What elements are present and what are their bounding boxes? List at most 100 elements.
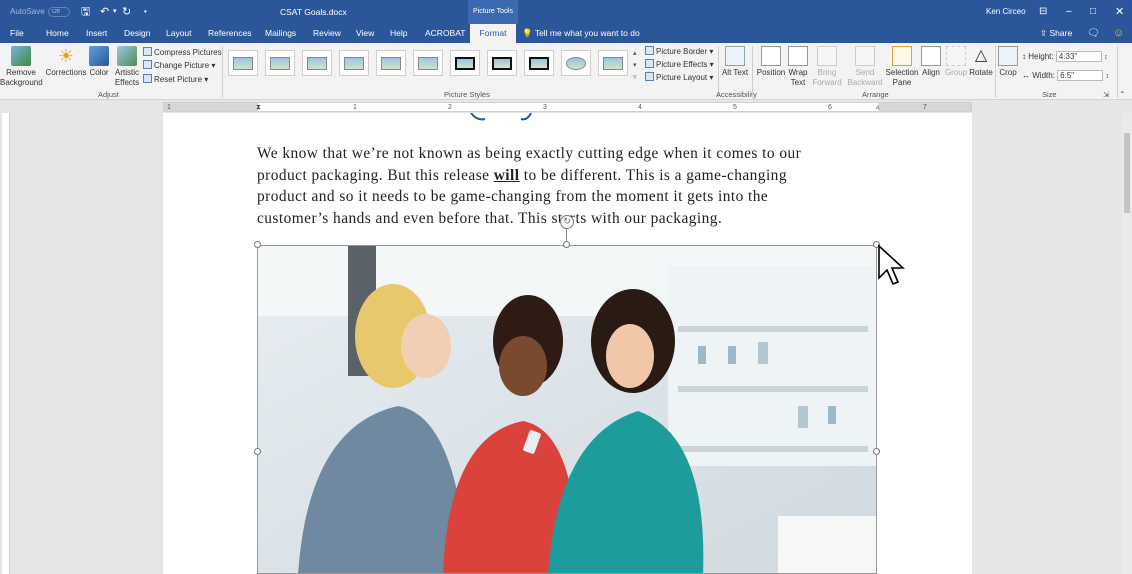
picture-style-thumb[interactable] xyxy=(265,50,295,76)
redo-icon[interactable]: ↻ xyxy=(122,0,131,24)
width-spinner[interactable]: ↕ xyxy=(1105,73,1109,80)
arrange-group-label: Arrange xyxy=(862,90,889,99)
group-button[interactable]: Group xyxy=(943,46,969,78)
share-button[interactable]: ⇪ Share xyxy=(1040,24,1072,43)
collapse-ribbon-icon[interactable]: ⌃ xyxy=(1119,90,1126,99)
ribbon-tabs: File Home Insert Design Layout Reference… xyxy=(0,24,1132,43)
crop-icon xyxy=(998,46,1018,66)
close-icon[interactable]: ✕ xyxy=(1115,0,1124,24)
autosave-toggle[interactable]: Off xyxy=(48,0,70,24)
picture-style-thumb[interactable] xyxy=(598,50,628,76)
smiley-icon[interactable]: ☺ xyxy=(1113,24,1124,43)
paragraph-text: to be different. This is a game-changing xyxy=(519,166,787,184)
reset-picture-icon xyxy=(143,74,152,83)
width-input[interactable]: 6.5" xyxy=(1057,70,1104,81)
picture-style-thumb[interactable] xyxy=(413,50,443,76)
width-control: ↔ Width: 6.5" ↕ xyxy=(1022,70,1109,81)
picture-effects-button[interactable]: Picture Effects ▾ xyxy=(645,59,714,69)
picture-style-thumb[interactable] xyxy=(450,50,480,76)
height-input[interactable]: 4.33" xyxy=(1055,51,1102,62)
user-name[interactable]: Ken Circeo xyxy=(986,0,1026,24)
bring-forward-button[interactable]: Bring Forward xyxy=(810,46,844,88)
send-backward-button[interactable]: Send Backward xyxy=(846,46,884,88)
rotate-button[interactable]: △ Rotate xyxy=(968,46,994,78)
tab-mailings[interactable]: Mailings xyxy=(265,24,296,43)
picture-style-thumb[interactable] xyxy=(376,50,406,76)
color-button[interactable]: Color xyxy=(87,46,111,78)
bring-forward-icon xyxy=(817,46,837,66)
tab-format[interactable]: Format xyxy=(470,24,516,43)
picture-style-thumb[interactable] xyxy=(487,50,517,76)
indent-marker-icon[interactable]: ⧗ xyxy=(256,103,261,112)
tab-help[interactable]: Help xyxy=(390,24,407,43)
reset-picture-button[interactable]: Reset Picture ▾ xyxy=(143,74,208,84)
selection-pane-button[interactable]: Selection Pane xyxy=(885,46,919,88)
picture-style-thumb[interactable] xyxy=(302,50,332,76)
alt-text-icon xyxy=(725,46,745,66)
change-picture-button[interactable]: Change Picture ▾ xyxy=(143,60,215,70)
picture-style-thumb[interactable] xyxy=(339,50,369,76)
position-button[interactable]: Position xyxy=(755,46,787,78)
resize-handle[interactable] xyxy=(563,241,570,248)
share-label: Share xyxy=(1049,28,1073,38)
crop-button[interactable]: Crop xyxy=(997,46,1019,78)
resize-handle[interactable] xyxy=(873,448,880,455)
tab-file[interactable]: File xyxy=(10,24,24,43)
compress-pictures-button[interactable]: Compress Pictures xyxy=(143,47,222,57)
resize-handle[interactable] xyxy=(254,241,261,248)
scrollbar-thumb[interactable] xyxy=(1124,133,1130,213)
gallery-scroll[interactable]: ▴ ▾ ▿ xyxy=(633,48,641,84)
minimize-icon[interactable]: – xyxy=(1066,0,1072,24)
picture-style-thumb[interactable] xyxy=(561,50,591,76)
undo-icon[interactable]: ↶ xyxy=(100,0,109,24)
lightbulb-icon: 💡 xyxy=(522,28,533,38)
save-icon[interactable]: 🖫 xyxy=(81,0,90,24)
maximize-icon[interactable]: □ xyxy=(1090,0,1096,24)
ruler-number: 4 xyxy=(638,104,642,111)
send-backward-label: Send Backward xyxy=(847,68,883,87)
remove-background-button[interactable]: Remove Background xyxy=(0,46,43,88)
tell-me-box[interactable]: 💡 Tell me what you want to do xyxy=(522,24,640,43)
rotate-handle-icon[interactable]: ↻ xyxy=(560,215,574,229)
tab-design[interactable]: Design xyxy=(124,24,150,43)
vertical-scrollbar[interactable] xyxy=(1122,113,1132,574)
ribbon-display-options-icon[interactable]: ⊟ xyxy=(1039,0,1047,24)
vertical-ruler-track[interactable] xyxy=(2,113,10,574)
ribbon: Remove Background ☀ Corrections Color Ar… xyxy=(0,43,1132,100)
previous-picture-fragment xyxy=(470,113,532,121)
ruler-number: 1 xyxy=(167,104,171,111)
position-label: Position xyxy=(756,68,786,77)
picture-style-thumb[interactable] xyxy=(228,50,258,76)
rotate-label: Rotate xyxy=(969,68,993,77)
customize-toolbar-icon[interactable]: • xyxy=(144,0,147,24)
right-indent-marker-icon[interactable]: ▵ xyxy=(876,103,880,112)
comments-icon[interactable]: 🗨 xyxy=(1087,24,1100,43)
tab-acrobat[interactable]: ACROBAT xyxy=(425,24,465,43)
picture-border-button[interactable]: Picture Border ▾ xyxy=(645,46,713,56)
alt-text-button[interactable]: Alt Text xyxy=(721,46,749,78)
wrap-text-button[interactable]: Wrap Text xyxy=(786,46,810,88)
paragraph-line: product and so it needs to be game-chang… xyxy=(257,188,769,205)
tab-review[interactable]: Review xyxy=(313,24,341,43)
undo-dropdown-icon[interactable]: ▾ xyxy=(113,0,117,24)
artistic-effects-button[interactable]: Artistic Effects xyxy=(112,46,142,88)
corrections-button[interactable]: ☀ Corrections xyxy=(44,46,88,78)
selected-picture[interactable] xyxy=(257,245,877,574)
change-picture-icon xyxy=(143,60,152,69)
tab-view[interactable]: View xyxy=(356,24,374,43)
height-spinner[interactable]: ↕ xyxy=(1104,54,1108,61)
tab-home[interactable]: Home xyxy=(46,24,69,43)
tab-layout[interactable]: Layout xyxy=(166,24,192,43)
tab-references[interactable]: References xyxy=(208,24,251,43)
picture-layout-button[interactable]: Picture Layout ▾ xyxy=(645,72,713,82)
ruler-track[interactable]: ⧗ ▵ 1 1 2 3 4 5 6 7 xyxy=(163,102,972,112)
tab-insert[interactable]: Insert xyxy=(86,24,107,43)
picture-style-thumb[interactable] xyxy=(524,50,554,76)
artistic-effects-label: Artistic Effects xyxy=(114,68,140,87)
mouse-cursor-icon xyxy=(878,244,905,286)
size-dialog-launcher-icon[interactable]: ⇲ xyxy=(1103,90,1109,99)
alt-text-label: Alt Text xyxy=(721,68,749,77)
resize-handle[interactable] xyxy=(254,448,261,455)
width-icon: ↔ xyxy=(1022,71,1030,80)
align-button[interactable]: Align xyxy=(920,46,942,78)
